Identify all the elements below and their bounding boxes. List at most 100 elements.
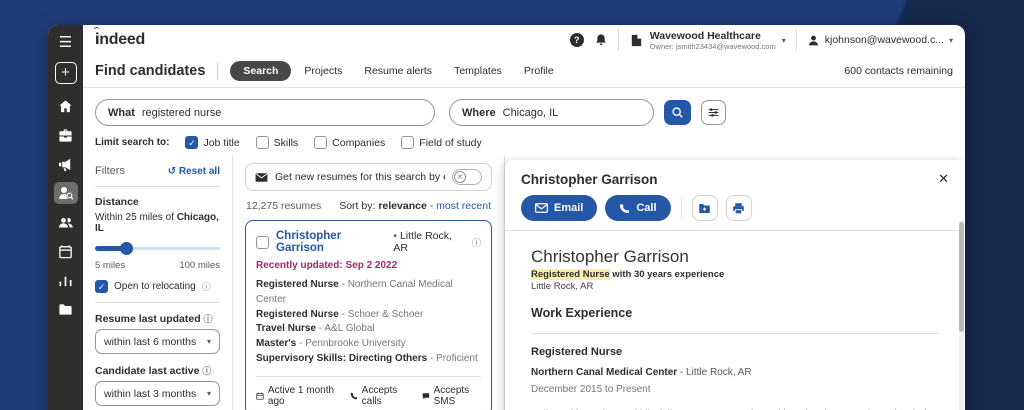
nav-tabs: Search Projects Resume alerts Templates … xyxy=(230,61,562,81)
chevron-down-icon: ▾ xyxy=(948,35,953,45)
sliders-icon xyxy=(708,108,719,117)
reset-all-link[interactable]: ↺ Reset all xyxy=(168,166,220,177)
rail-item-campaigns[interactable] xyxy=(54,153,78,175)
resume-location: Little Rock, AR xyxy=(531,281,594,292)
sort-relevance[interactable]: relevance xyxy=(378,200,426,212)
checkbox-icon xyxy=(401,136,415,149)
email-icon xyxy=(535,203,548,213)
checkbox-label: Field of study xyxy=(419,136,482,149)
slider-min: 5 miles xyxy=(95,260,126,271)
resume-job-title: Registered Nurse xyxy=(531,346,623,358)
rail-item-home[interactable] xyxy=(54,95,78,117)
chevron-down-icon: ▾ xyxy=(206,389,211,398)
resume-company: Northern Canal Medical Center - Little R… xyxy=(531,367,752,378)
sort-most-recent[interactable]: most recent xyxy=(436,200,491,212)
user-email: kjohnson@wavewood.c... xyxy=(824,34,944,46)
resume-alert-toggle[interactable]: ✕ xyxy=(452,169,482,185)
help-icon[interactable]: ? xyxy=(569,33,584,47)
checkbox-job-title[interactable]: ✓ Job title xyxy=(185,136,240,149)
print-button[interactable] xyxy=(725,195,752,221)
rail-item-jobs[interactable] xyxy=(54,124,78,146)
menu-icon[interactable]: ☰ xyxy=(59,33,72,51)
search-icon xyxy=(672,107,683,118)
notifications-bell-icon[interactable] xyxy=(594,33,608,47)
tab-profile[interactable]: Profile xyxy=(515,61,563,81)
slider-thumb[interactable] xyxy=(120,242,133,255)
candidate-name[interactable]: Christopher Garrison xyxy=(276,230,386,254)
resume-last-updated-select[interactable]: within last 6 months ▾ xyxy=(95,329,220,354)
divider xyxy=(680,198,682,218)
rail-item-interviews[interactable] xyxy=(54,240,78,262)
candidate-location: Little Rock, AR xyxy=(393,230,465,254)
resume-alert-bar: Get new resumes for this search by email… xyxy=(245,163,492,191)
candidate-last-active-select[interactable]: within last 3 months ▾ xyxy=(95,381,220,406)
checkbox-field-of-study[interactable]: Field of study xyxy=(401,136,482,149)
distance-label: Distance xyxy=(95,196,139,208)
page-header: Find candidates Search Projects Resume a… xyxy=(83,55,965,88)
candidate-line: Travel Nurse - A&L Global xyxy=(256,323,375,335)
checkbox-icon xyxy=(314,136,328,149)
megaphone-icon xyxy=(58,158,71,171)
top-bar: iindeed ? Wavewood Healthcare Owner: jsm… xyxy=(83,25,965,55)
work-experience-heading: Work Experience xyxy=(531,306,633,320)
indeed-logo: iindeed xyxy=(95,31,145,48)
folder-icon xyxy=(59,303,72,315)
candidate-checkbox[interactable] xyxy=(256,235,269,249)
candidate-line: Supervisory Skills: Directing Others - P… xyxy=(256,352,478,364)
phone-icon xyxy=(620,203,630,213)
org-switcher[interactable]: Wavewood Healthcare Owner: jsmith23434@w… xyxy=(629,30,786,51)
checkbox-icon: ✓ xyxy=(95,280,108,293)
scrollbar-thumb[interactable] xyxy=(959,222,964,332)
limit-search-label: Limit search to: xyxy=(95,137,170,148)
rail-item-candidates[interactable] xyxy=(54,211,78,233)
checkbox-label: Skills xyxy=(273,136,299,149)
rail-item-find-candidates[interactable] xyxy=(53,182,78,204)
call-button[interactable]: Call xyxy=(605,195,671,221)
slider-max: 100 miles xyxy=(179,260,220,271)
checkbox-open-to-relocating[interactable]: ✓ Open to relocating ⓘ xyxy=(95,280,220,293)
email-button-label: Email xyxy=(554,202,584,214)
user-menu[interactable]: kjohnson@wavewood.c... ▾ xyxy=(807,34,953,47)
rail-item-analytics[interactable] xyxy=(54,269,78,291)
tab-templates[interactable]: Templates xyxy=(445,61,511,81)
results-count: 12,275 resumes xyxy=(246,200,322,212)
info-icon: ⓘ xyxy=(201,282,211,292)
candidate-search-icon xyxy=(58,187,73,200)
add-to-project-button[interactable] xyxy=(691,195,718,221)
distance-slider[interactable] xyxy=(95,242,220,255)
reset-icon: ↺ xyxy=(167,165,177,177)
filters-title: Filters xyxy=(95,165,125,177)
search-button[interactable] xyxy=(664,100,691,125)
select-value: within last 3 months xyxy=(104,387,197,400)
divider xyxy=(95,302,220,303)
resume-alert-text: Get new resumes for this search by email xyxy=(275,171,445,183)
tab-projects[interactable]: Projects xyxy=(295,61,351,81)
add-button[interactable]: + xyxy=(54,62,77,84)
tab-resume-alerts[interactable]: Resume alerts xyxy=(355,61,441,81)
printer-icon xyxy=(733,202,744,214)
checkbox-companies[interactable]: Companies xyxy=(314,136,385,149)
app-window: ☰ + iindeed ? Wavewood Healthcare Owner:… xyxy=(48,25,965,410)
divider xyxy=(95,186,220,187)
org-name: Wavewood Healthcare xyxy=(649,29,761,42)
where-input[interactable]: Where Chicago, IL xyxy=(449,99,654,126)
close-icon[interactable]: ✕ xyxy=(938,171,949,187)
resume-dates: December 2015 to Present xyxy=(531,384,651,395)
select-value: within last 6 months xyxy=(104,335,197,348)
tab-search[interactable]: Search xyxy=(230,61,292,81)
chevron-down-icon: ▾ xyxy=(206,337,211,346)
what-input[interactable]: What registered nurse xyxy=(95,99,435,126)
bar-chart-icon xyxy=(59,276,72,286)
highlighted-term: Registered Nurse xyxy=(531,269,610,280)
results-panel: Get new resumes for this search by email… xyxy=(233,155,505,410)
detail-title: Christopher Garrison xyxy=(521,171,658,187)
checkbox-skills[interactable]: Skills xyxy=(255,136,299,149)
calendar-icon xyxy=(256,392,264,400)
sort-control: Sort by: relevance - most recent xyxy=(339,200,491,212)
candidate-card[interactable]: Christopher Garrison Little Rock, AR ⓘ R… xyxy=(245,220,492,410)
email-button[interactable]: Email xyxy=(521,195,598,221)
advanced-filters-button[interactable] xyxy=(701,100,726,125)
resume-preview: Christopher Garrison Registered Nurse wi… xyxy=(505,231,965,410)
resume-last-updated-label: Resume last updated ⓘ xyxy=(95,313,213,325)
rail-item-files[interactable] xyxy=(54,298,78,320)
